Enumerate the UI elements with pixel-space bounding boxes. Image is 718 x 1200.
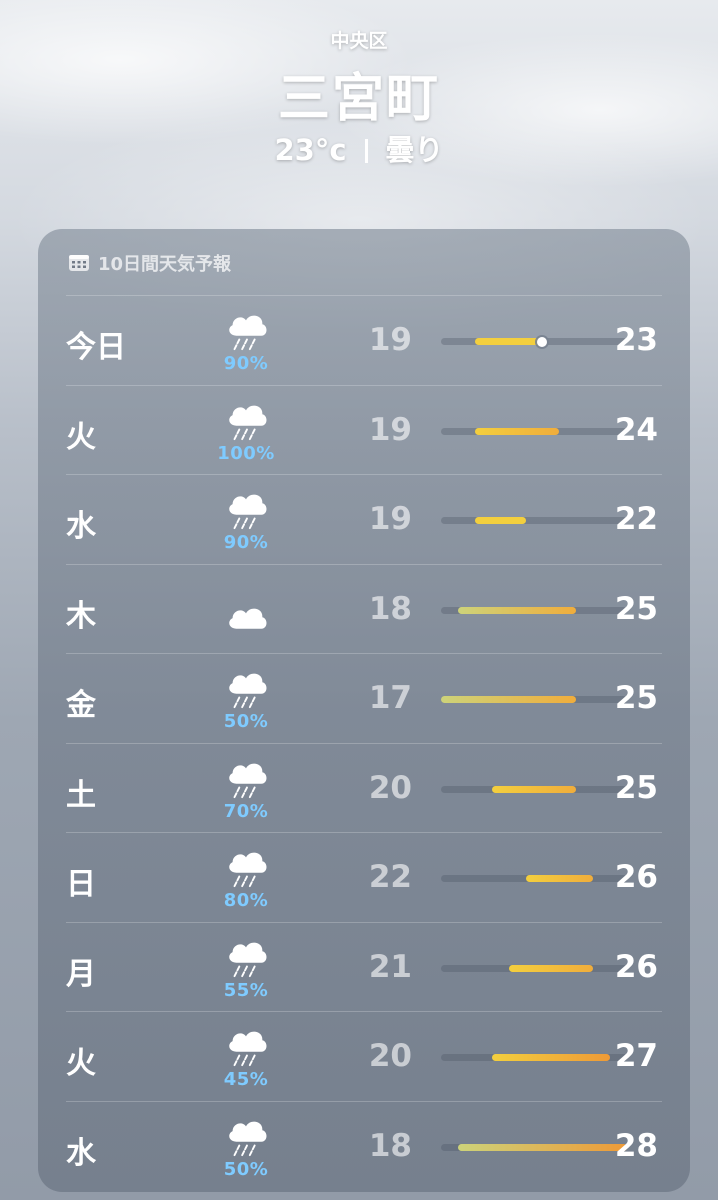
high-temperature: 26 (614, 948, 658, 985)
day-label: 火 (66, 1046, 96, 1081)
temperature-range-fill (508, 964, 594, 972)
precipitation-chance: 50% (223, 711, 269, 732)
ten-day-forecast-card[interactable]: 10日間天気予報 今日 90% 19 23 火 100% 19 24 水 90% 19 22 木 18 25… (38, 229, 690, 1192)
low-temperature: 18 (368, 590, 412, 627)
current-condition: 曇り (385, 133, 444, 167)
separator (364, 139, 368, 163)
low-temperature: 18 (368, 1127, 412, 1164)
cloud-rain-icon (229, 494, 267, 530)
weather-icon-group: 45% (211, 1022, 281, 1094)
temperature-range-fill (525, 875, 594, 882)
precipitation-chance: 90% (223, 353, 269, 374)
temperature-range-fill (491, 1054, 611, 1061)
temperature-range-fill (474, 427, 560, 435)
day-label: 木 (66, 598, 96, 634)
forecast-title: 10日間天気予報 (98, 254, 232, 275)
current-temperature-indicator (537, 336, 548, 347)
district-label: 中央区 (330, 30, 388, 52)
forecast-row[interactable]: 月 55% 21 26 (66, 921, 662, 1012)
high-temperature: 25 (614, 769, 658, 806)
cloud-rain-icon (229, 405, 267, 440)
forecast-row[interactable]: 火 45% 20 27 (66, 1011, 662, 1101)
low-temperature: 22 (368, 859, 412, 895)
high-temperature: 22 (614, 501, 658, 537)
temperature-range-fill (441, 696, 577, 703)
temperature-range-fill (457, 606, 577, 614)
forecast-row[interactable]: 水 50% 18 28 (66, 1100, 662, 1191)
cloud-rain-icon (229, 942, 267, 977)
day-label: 月 (66, 956, 96, 992)
low-temperature: 19 (368, 411, 412, 448)
precipitation-chance: 45% (223, 1069, 269, 1090)
precipitation-chance: 90% (223, 532, 269, 553)
weather-icon-group (211, 575, 281, 647)
weather-icon-group: 90% (211, 485, 281, 557)
cloud-rain-icon (229, 1031, 267, 1067)
high-temperature: 25 (614, 590, 658, 627)
precipitation-chance: 100% (217, 442, 275, 464)
low-temperature: 19 (368, 322, 412, 358)
forecast-row[interactable]: 水 90% 19 22 (66, 474, 662, 564)
forecast-list: 今日 90% 19 23 火 100% 19 24 水 90% 19 22 木 18 25 金 50% 17 25 土… (66, 295, 662, 1190)
weather-icon-group: 80% (211, 843, 281, 915)
temperature-range-fill (474, 338, 543, 345)
day-label: 金 (66, 688, 96, 723)
day-label: 水 (66, 509, 96, 544)
precipitation-chance: 50% (223, 1158, 269, 1180)
day-label: 土 (66, 777, 96, 813)
day-label: 今日 (66, 330, 126, 365)
temperature-range-fill (474, 517, 526, 524)
weather-icon-group: 100% (211, 396, 281, 468)
weather-icon-group: 50% (211, 1112, 281, 1184)
city-name: 三宮町 (277, 69, 440, 129)
cloud-rain-icon (229, 315, 267, 351)
high-temperature: 27 (614, 1038, 658, 1074)
forecast-row[interactable]: 土 70% 20 25 (66, 742, 662, 833)
forecast-row[interactable]: 日 80% 22 26 (66, 832, 662, 922)
forecast-row[interactable]: 火 100% 19 24 (66, 384, 662, 475)
high-temperature: 26 (614, 859, 658, 895)
day-label: 火 (66, 419, 96, 455)
day-label: 水 (66, 1135, 96, 1171)
high-temperature: 24 (614, 411, 658, 448)
high-temperature: 28 (614, 1127, 658, 1164)
cloud-rain-icon (229, 852, 267, 888)
cloud-rain-icon (229, 763, 267, 798)
precipitation-chance: 80% (223, 890, 269, 911)
weather-icon-group: 55% (211, 933, 281, 1005)
weather-icon-group: 50% (211, 664, 281, 736)
low-temperature: 20 (368, 1038, 412, 1074)
precipitation-chance: 70% (223, 800, 269, 822)
low-temperature: 20 (368, 769, 412, 806)
cloud-rain-icon (229, 1121, 267, 1156)
forecast-header: 10日間天気予報 (68, 251, 231, 275)
calendar-icon (69, 255, 89, 271)
high-temperature: 25 (614, 680, 658, 716)
high-temperature: 23 (614, 322, 658, 358)
weather-icon-group: 70% (211, 754, 281, 826)
current-temperature: 23°c (274, 133, 347, 167)
precipitation-chance: 55% (223, 979, 269, 1001)
forecast-row[interactable]: 今日 90% 19 23 (66, 295, 662, 385)
low-temperature: 19 (368, 501, 412, 537)
low-temperature: 21 (368, 948, 412, 985)
forecast-row[interactable]: 金 50% 17 25 (66, 653, 662, 743)
weather-icon-group: 90% (211, 306, 281, 378)
forecast-row[interactable]: 木 18 25 (66, 563, 662, 654)
low-temperature: 17 (368, 680, 412, 716)
temperature-range-fill (491, 785, 577, 793)
day-label: 日 (66, 867, 96, 902)
current-conditions: 23°c 曇り (0, 127, 718, 169)
cloud-icon (229, 608, 267, 629)
cloud-rain-icon (229, 673, 267, 709)
